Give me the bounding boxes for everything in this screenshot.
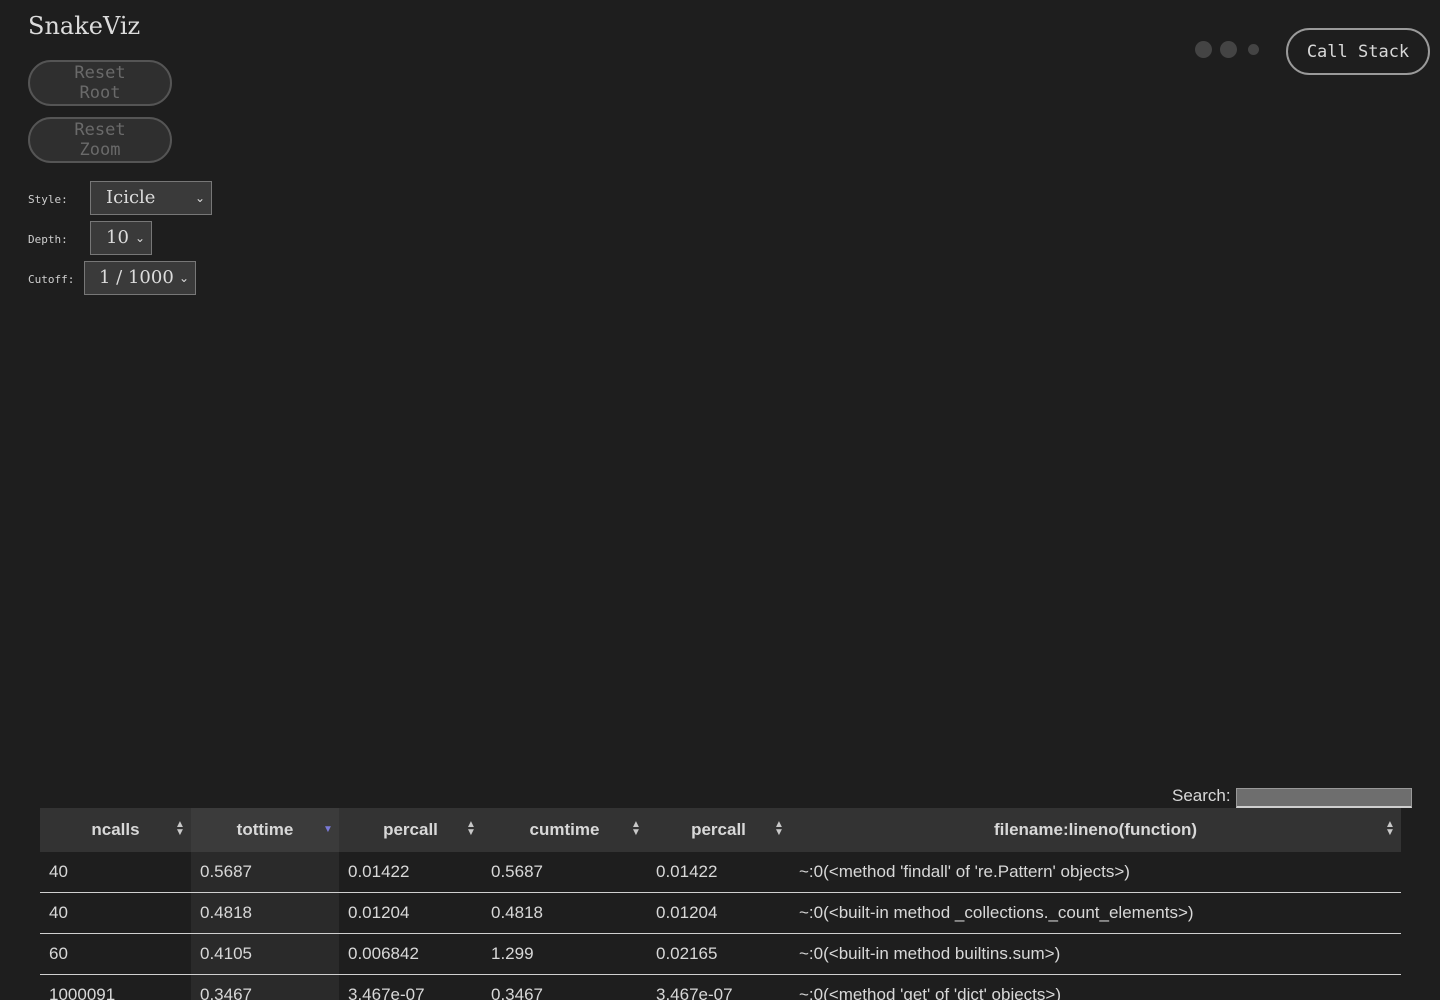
cell-percall-cumulative: 0.01422: [647, 852, 790, 893]
cell-tottime: 0.4818: [191, 892, 339, 934]
app-title: SnakeViz: [28, 12, 141, 40]
column-header-label: percall: [691, 820, 746, 839]
reset-root-button[interactable]: Reset Root: [28, 60, 172, 106]
search-label: Search:: [1172, 786, 1231, 805]
cell-ncalls: 40: [40, 852, 191, 893]
cell-tottime: 0.4105: [191, 933, 339, 975]
cell-cumtime: 1.299: [482, 933, 647, 975]
table-row[interactable]: 40 0.5687 0.01422 0.5687 0.01422 ~:0(<me…: [40, 852, 1401, 893]
chevron-down-icon: ⌄: [134, 231, 145, 245]
depth-select[interactable]: 10 ⌄: [90, 221, 152, 255]
cell-percall-cumulative: 0.01204: [647, 892, 790, 934]
chevron-down-icon: ⌄: [178, 271, 189, 285]
column-header-function[interactable]: filename:lineno(function) ▲ ▼: [790, 808, 1401, 852]
loading-dots-indicator: [1195, 41, 1265, 59]
sort-updown-icon: ▲ ▼: [175, 819, 185, 838]
cell-tottime: 0.5687: [191, 852, 339, 893]
cell-percall: 0.01422: [339, 852, 482, 893]
cutoff-select-value: 1 / 1000: [99, 267, 174, 288]
table-header-row: ncalls ▲ ▼ tottime ▼ percall ▲ ▼ cumtime ▲…: [40, 808, 1401, 852]
sort-updown-icon: ▲ ▼: [1385, 819, 1395, 838]
cell-cumtime: 0.4818: [482, 892, 647, 934]
table-row[interactable]: 1000091 0.3467 3.467e-07 0.3467 3.467e-0…: [40, 974, 1401, 1000]
sort-desc-icon: ▼: [323, 824, 333, 835]
column-header-percall-cumulative[interactable]: percall ▲ ▼: [647, 808, 790, 852]
column-header-label: cumtime: [529, 820, 600, 839]
cell-percall: 3.467e-07: [339, 974, 482, 1000]
cell-tottime: 0.3467: [191, 974, 339, 1000]
cell-ncalls: 40: [40, 892, 191, 934]
cell-percall: 0.006842: [339, 933, 482, 975]
cell-percall-cumulative: 0.02165: [647, 933, 790, 975]
table-row[interactable]: 40 0.4818 0.01204 0.4818 0.01204 ~:0(<bu…: [40, 892, 1401, 934]
depth-select-value: 10: [106, 227, 129, 248]
cell-function: ~:0(<method 'get' of 'dict' objects>): [790, 974, 1401, 1000]
style-label: Style:: [28, 193, 68, 206]
depth-label: Depth:: [28, 233, 68, 246]
column-header-ncalls[interactable]: ncalls ▲ ▼: [40, 808, 191, 852]
column-header-percall[interactable]: percall ▲ ▼: [339, 808, 482, 852]
cell-percall-cumulative: 3.467e-07: [647, 974, 790, 1000]
style-select[interactable]: Icicle ⌄: [90, 181, 212, 215]
reset-zoom-button[interactable]: Reset Zoom: [28, 117, 172, 163]
stats-table: ncalls ▲ ▼ tottime ▼ percall ▲ ▼ cumtime ▲…: [40, 808, 1401, 1000]
loading-dot-icon: [1248, 44, 1259, 55]
cell-ncalls: 1000091: [40, 974, 191, 1000]
cell-function: ~:0(<built-in method builtins.sum>): [790, 933, 1401, 975]
sort-updown-icon: ▲ ▼: [631, 819, 641, 838]
cell-ncalls: 60: [40, 933, 191, 975]
cell-cumtime: 0.5687: [482, 852, 647, 893]
cell-function: ~:0(<method 'findall' of 're.Pattern' ob…: [790, 852, 1401, 893]
column-header-label: ncalls: [91, 820, 140, 839]
cell-function: ~:0(<built-in method _collections._count…: [790, 892, 1401, 934]
column-header-label: percall: [383, 820, 438, 839]
column-header-tottime[interactable]: tottime ▼: [191, 808, 339, 852]
search-input[interactable]: [1236, 788, 1412, 808]
loading-dot-icon: [1195, 41, 1212, 58]
sort-updown-icon: ▲ ▼: [774, 819, 784, 838]
column-header-label: filename:lineno(function): [993, 820, 1198, 839]
table-row[interactable]: 60 0.4105 0.006842 1.299 0.02165 ~:0(<bu…: [40, 933, 1401, 975]
cell-cumtime: 0.3467: [482, 974, 647, 1000]
call-stack-button[interactable]: Call Stack: [1286, 28, 1430, 75]
loading-dot-icon: [1220, 41, 1237, 58]
chevron-down-icon: ⌄: [194, 191, 205, 205]
cutoff-label: Cutoff:: [28, 273, 75, 286]
cutoff-select[interactable]: 1 / 1000 ⌄: [84, 261, 196, 295]
column-header-label: tottime: [236, 820, 294, 839]
cell-percall: 0.01204: [339, 892, 482, 934]
style-select-value: Icicle: [106, 187, 156, 208]
sort-updown-icon: ▲ ▼: [466, 819, 476, 838]
column-header-cumtime[interactable]: cumtime ▲ ▼: [482, 808, 647, 852]
